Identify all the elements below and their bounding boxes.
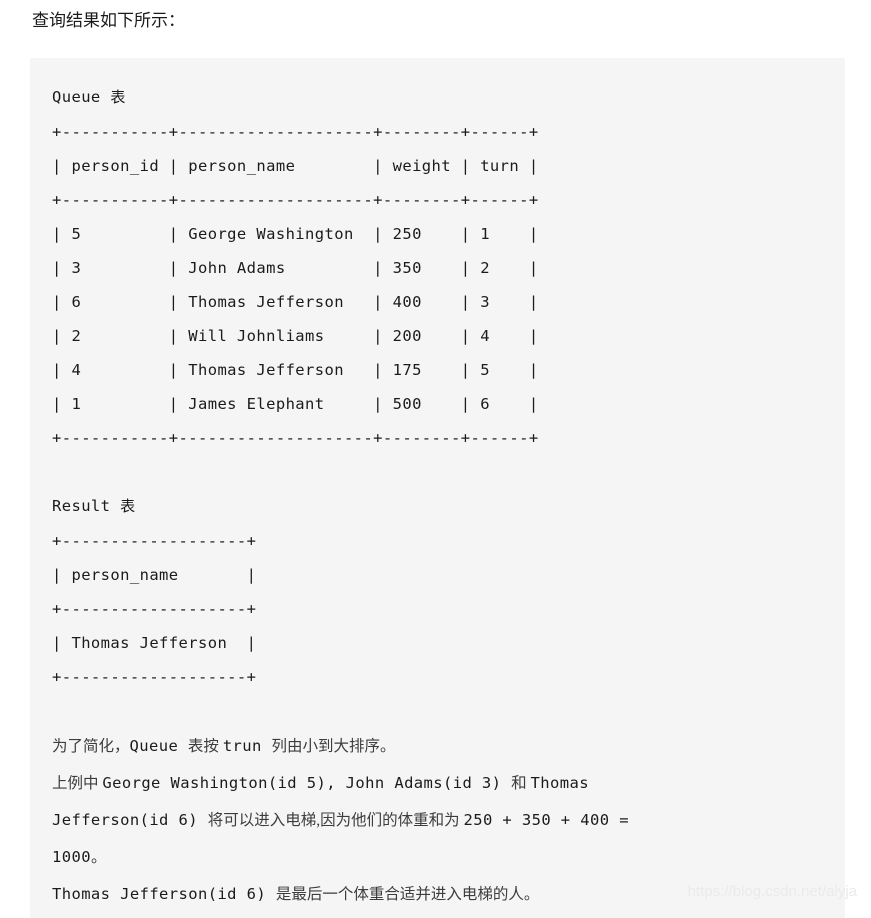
queue-table-header-row: | person_id | person_name | weight | tur… [52,157,539,175]
result-table-label-latin: Result [52,497,121,515]
note-segment: 为了简化， [52,738,130,755]
code-block: Queue 表 +-----------+-------------------… [30,58,845,918]
table-row: | 2 | Will Johnliams | 200 | 4 | [52,327,539,345]
page-title: 查询结果如下所示： [32,11,185,30]
note-segment: 250 + 350 + 400 = [463,811,629,829]
note-line: 上例中 George Washington(id 5), John Adams(… [52,765,845,802]
note-line: 1000。 [52,839,845,876]
table-row: | 1 | James Elephant | 500 | 6 | [52,395,539,413]
result-table-bottom-border: +-------------------+ [52,668,257,686]
table-row: | 5 | George Washington | 250 | 1 | [52,225,539,243]
result-table-top-border: +-------------------+ [52,532,257,550]
queue-table-bottom-border: +-----------+--------------------+------… [52,429,539,447]
note-line: 为了简化，Queue 表按 trun 列由小到大排序。 [52,728,845,765]
queue-table-label-latin: Queue [52,88,111,106]
queue-table-header-border: +-----------+--------------------+------… [52,191,539,209]
result-table-label: Result 表 [52,489,845,524]
note-segment: 将可以进入电梯,因为他们的体重和为 [207,812,464,829]
note-segment: 和 [511,775,531,792]
note-segment: 是最后一个体重合适并进入电梯的人。 [275,886,540,903]
note-segment: Thomas Jefferson(id 6) [52,885,276,903]
table-row: | 4 | Thomas Jefferson | 175 | 5 | [52,361,539,379]
note-segment: 表按 [187,738,223,755]
table-row: | 3 | John Adams | 350 | 2 | [52,259,539,277]
note-line: Jefferson(id 6) 将可以进入电梯,因为他们的体重和为 250 + … [52,802,845,839]
table-row: | 6 | Thomas Jefferson | 400 | 3 | [52,293,539,311]
result-table-label-cjk: 表 [120,499,136,515]
note-segment: 1000 [52,848,91,866]
queue-table-top-border: +-----------+--------------------+------… [52,123,539,141]
note-segment: Thomas [530,774,589,792]
note-segment: Jefferson(id 6) [52,811,208,829]
watermark: https://blog.csdn.net/alyja [687,883,857,900]
queue-table-label: Queue 表 [52,80,845,115]
note-segment: 。 [90,849,107,866]
result-table-header-row: | person_name | [52,566,257,584]
table-row: | Thomas Jefferson | [52,634,257,652]
note-segment: George Washington(id 5), John Adams(id 3… [102,774,512,792]
note-segment: trun [222,737,272,755]
queue-table-label-cjk: 表 [110,90,126,106]
result-table-header-border: +-------------------+ [52,600,257,618]
note-segment: 列由小到大排序。 [271,738,396,755]
note-segment: 上例中 [52,775,103,792]
note-segment: Queue [129,737,188,755]
